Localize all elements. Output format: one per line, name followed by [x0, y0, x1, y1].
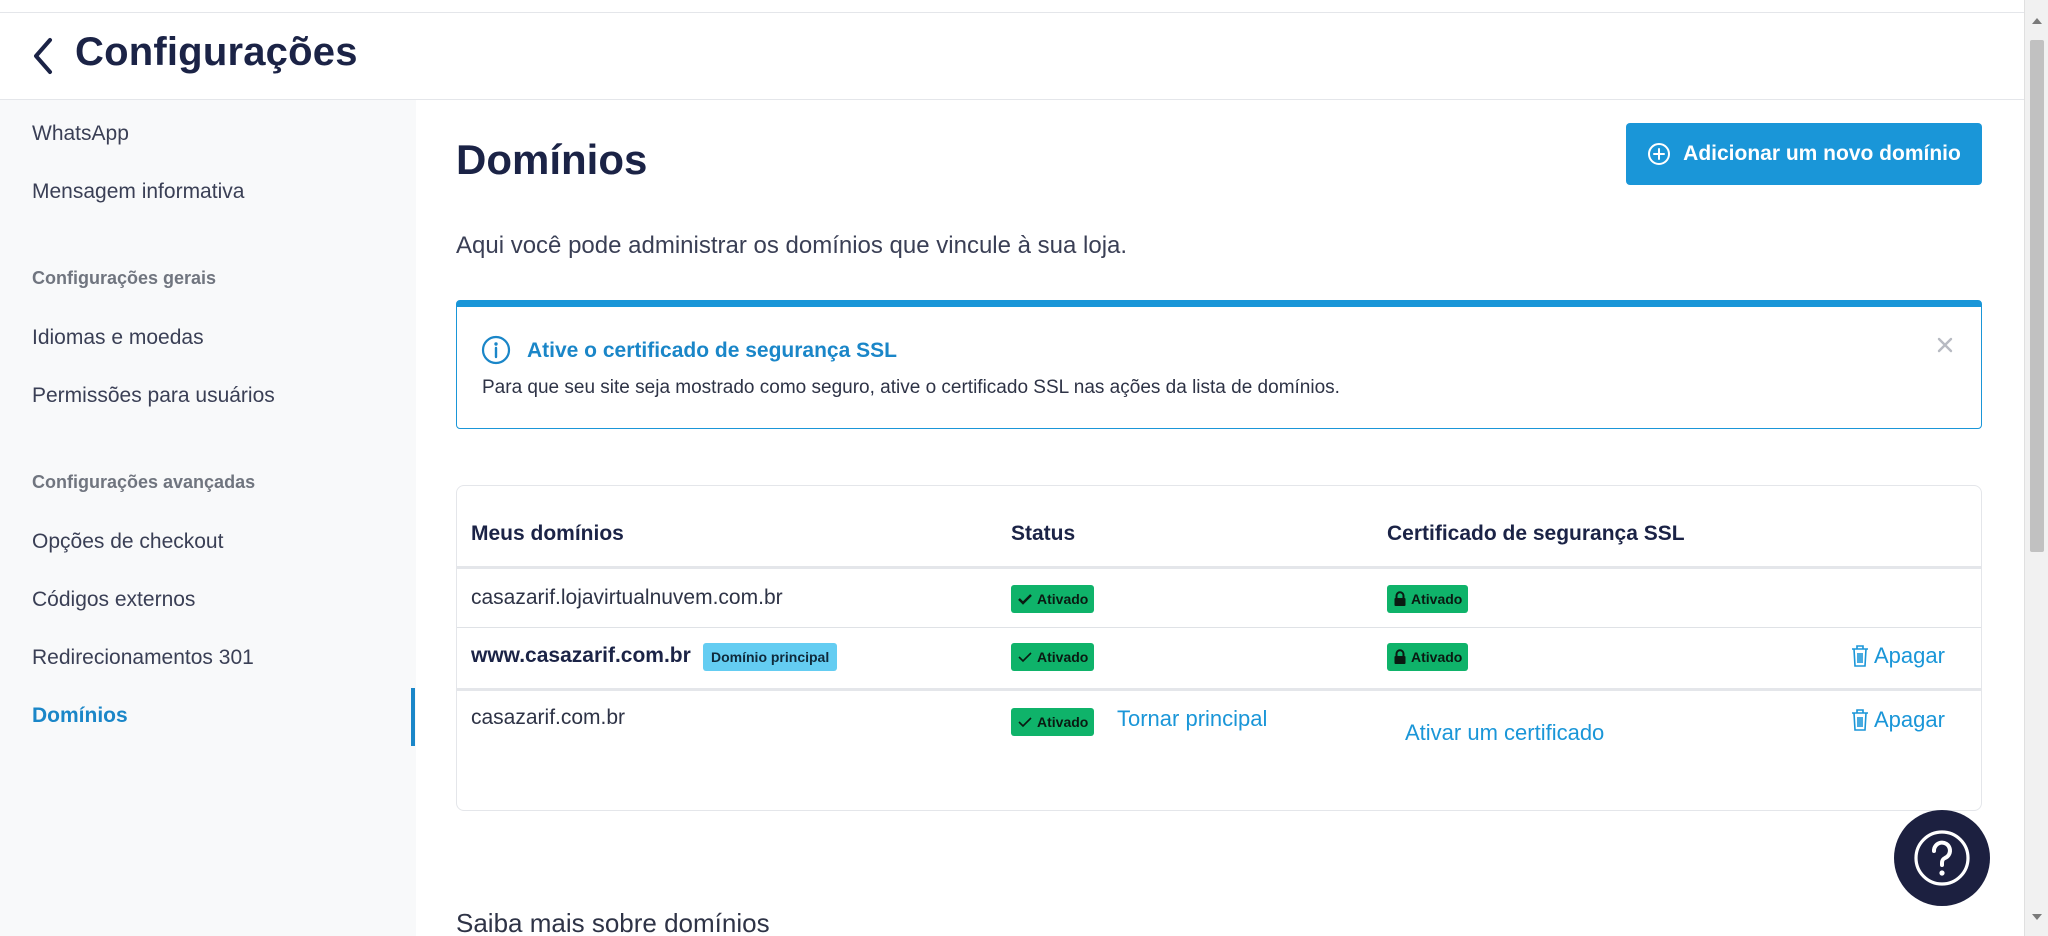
ssl-badge: Ativado [1387, 585, 1469, 613]
learn-more-heading: Saiba mais sobre domínios [456, 908, 770, 936]
page-header: Configurações [0, 14, 2024, 100]
section-title: Domínios [456, 136, 648, 183]
trash-icon [1852, 645, 1868, 667]
settings-sidebar: WhatsApp Mensagem informativa Configuraç… [0, 100, 416, 936]
row-divider [457, 688, 1981, 691]
row-divider [457, 627, 1981, 628]
page-title: Configurações [75, 30, 358, 74]
close-icon[interactable] [1935, 335, 1955, 355]
column-header-ssl: Certificado de segurança SSL [1387, 522, 1685, 545]
lock-icon [1394, 649, 1406, 664]
intro-text: Aqui você pode administrar os domínios q… [456, 232, 1128, 259]
domains-table: Meus domínios Status Certificado de segu… [456, 485, 1982, 811]
sidebar-item-informative-message[interactable]: Mensagem informativa [32, 180, 244, 204]
trash-icon [1852, 709, 1868, 731]
domain-name: casazarif.lojavirtualnuvem.com.br [471, 586, 783, 609]
delete-domain-button[interactable]: Apagar [1850, 707, 1945, 733]
help-icon [1914, 830, 1970, 886]
scroll-up-icon[interactable] [2032, 18, 2042, 24]
activate-certificate-link[interactable]: Ativar um certificado [1405, 720, 1604, 746]
delete-domain-button[interactable]: Apagar [1850, 643, 1945, 669]
status-badge: Ativado [1011, 643, 1095, 671]
main-content: Domínios Adicionar um novo domínio Aqui … [416, 100, 2024, 936]
make-primary-link[interactable]: Tornar principal [1117, 706, 1267, 732]
sidebar-item-permissions[interactable]: Permissões para usuários [32, 384, 275, 408]
add-domain-label: Adicionar um novo domínio [1683, 142, 1961, 165]
sidebar-item-redirects[interactable]: Redirecionamentos 301 [32, 646, 254, 670]
sidebar-section-general: Configurações gerais [32, 268, 217, 288]
ssl-alert: Ative o certificado de segurança SSL Par… [456, 300, 1982, 429]
sidebar-item-checkout[interactable]: Opções de checkout [32, 530, 223, 554]
status-badge: Ativado [1011, 585, 1095, 613]
header-divider [457, 566, 1981, 569]
add-domain-button[interactable]: Adicionar um novo domínio [1626, 123, 1982, 185]
ssl-badge: Ativado [1387, 643, 1469, 671]
sidebar-item-languages[interactable]: Idiomas e moedas [32, 326, 204, 350]
column-header-status: Status [1011, 522, 1076, 545]
info-icon [481, 335, 511, 365]
lock-icon [1394, 591, 1406, 606]
domain-name: casazarif.com.br [471, 706, 626, 729]
chevron-left-icon[interactable] [28, 36, 58, 76]
plus-circle-icon [1648, 143, 1671, 165]
domain-name: www.casazarif.com.br [471, 644, 691, 667]
help-button[interactable] [1894, 810, 1990, 906]
check-icon [1018, 594, 1032, 605]
sidebar-item-whatsapp[interactable]: WhatsApp [32, 122, 129, 146]
alert-title: Ative o certificado de segurança SSL [527, 339, 897, 362]
top-border [0, 0, 2024, 13]
sidebar-item-domains[interactable]: Domínios [32, 704, 128, 728]
alert-text: Para que seu site seja mostrado como seg… [482, 377, 1340, 398]
column-header-domains: Meus domínios [471, 522, 624, 545]
check-icon [1018, 717, 1032, 728]
check-icon [1018, 652, 1032, 663]
sidebar-item-external-codes[interactable]: Códigos externos [32, 588, 195, 612]
sidebar-active-indicator [411, 688, 415, 746]
scroll-thumb[interactable] [2030, 40, 2044, 552]
status-badge: Ativado [1011, 708, 1095, 736]
scroll-down-icon[interactable] [2032, 914, 2042, 920]
sidebar-section-advanced: Configurações avançadas [32, 472, 256, 492]
vertical-scrollbar[interactable] [2024, 0, 2048, 936]
primary-domain-badge: Domínio principal [703, 643, 838, 671]
